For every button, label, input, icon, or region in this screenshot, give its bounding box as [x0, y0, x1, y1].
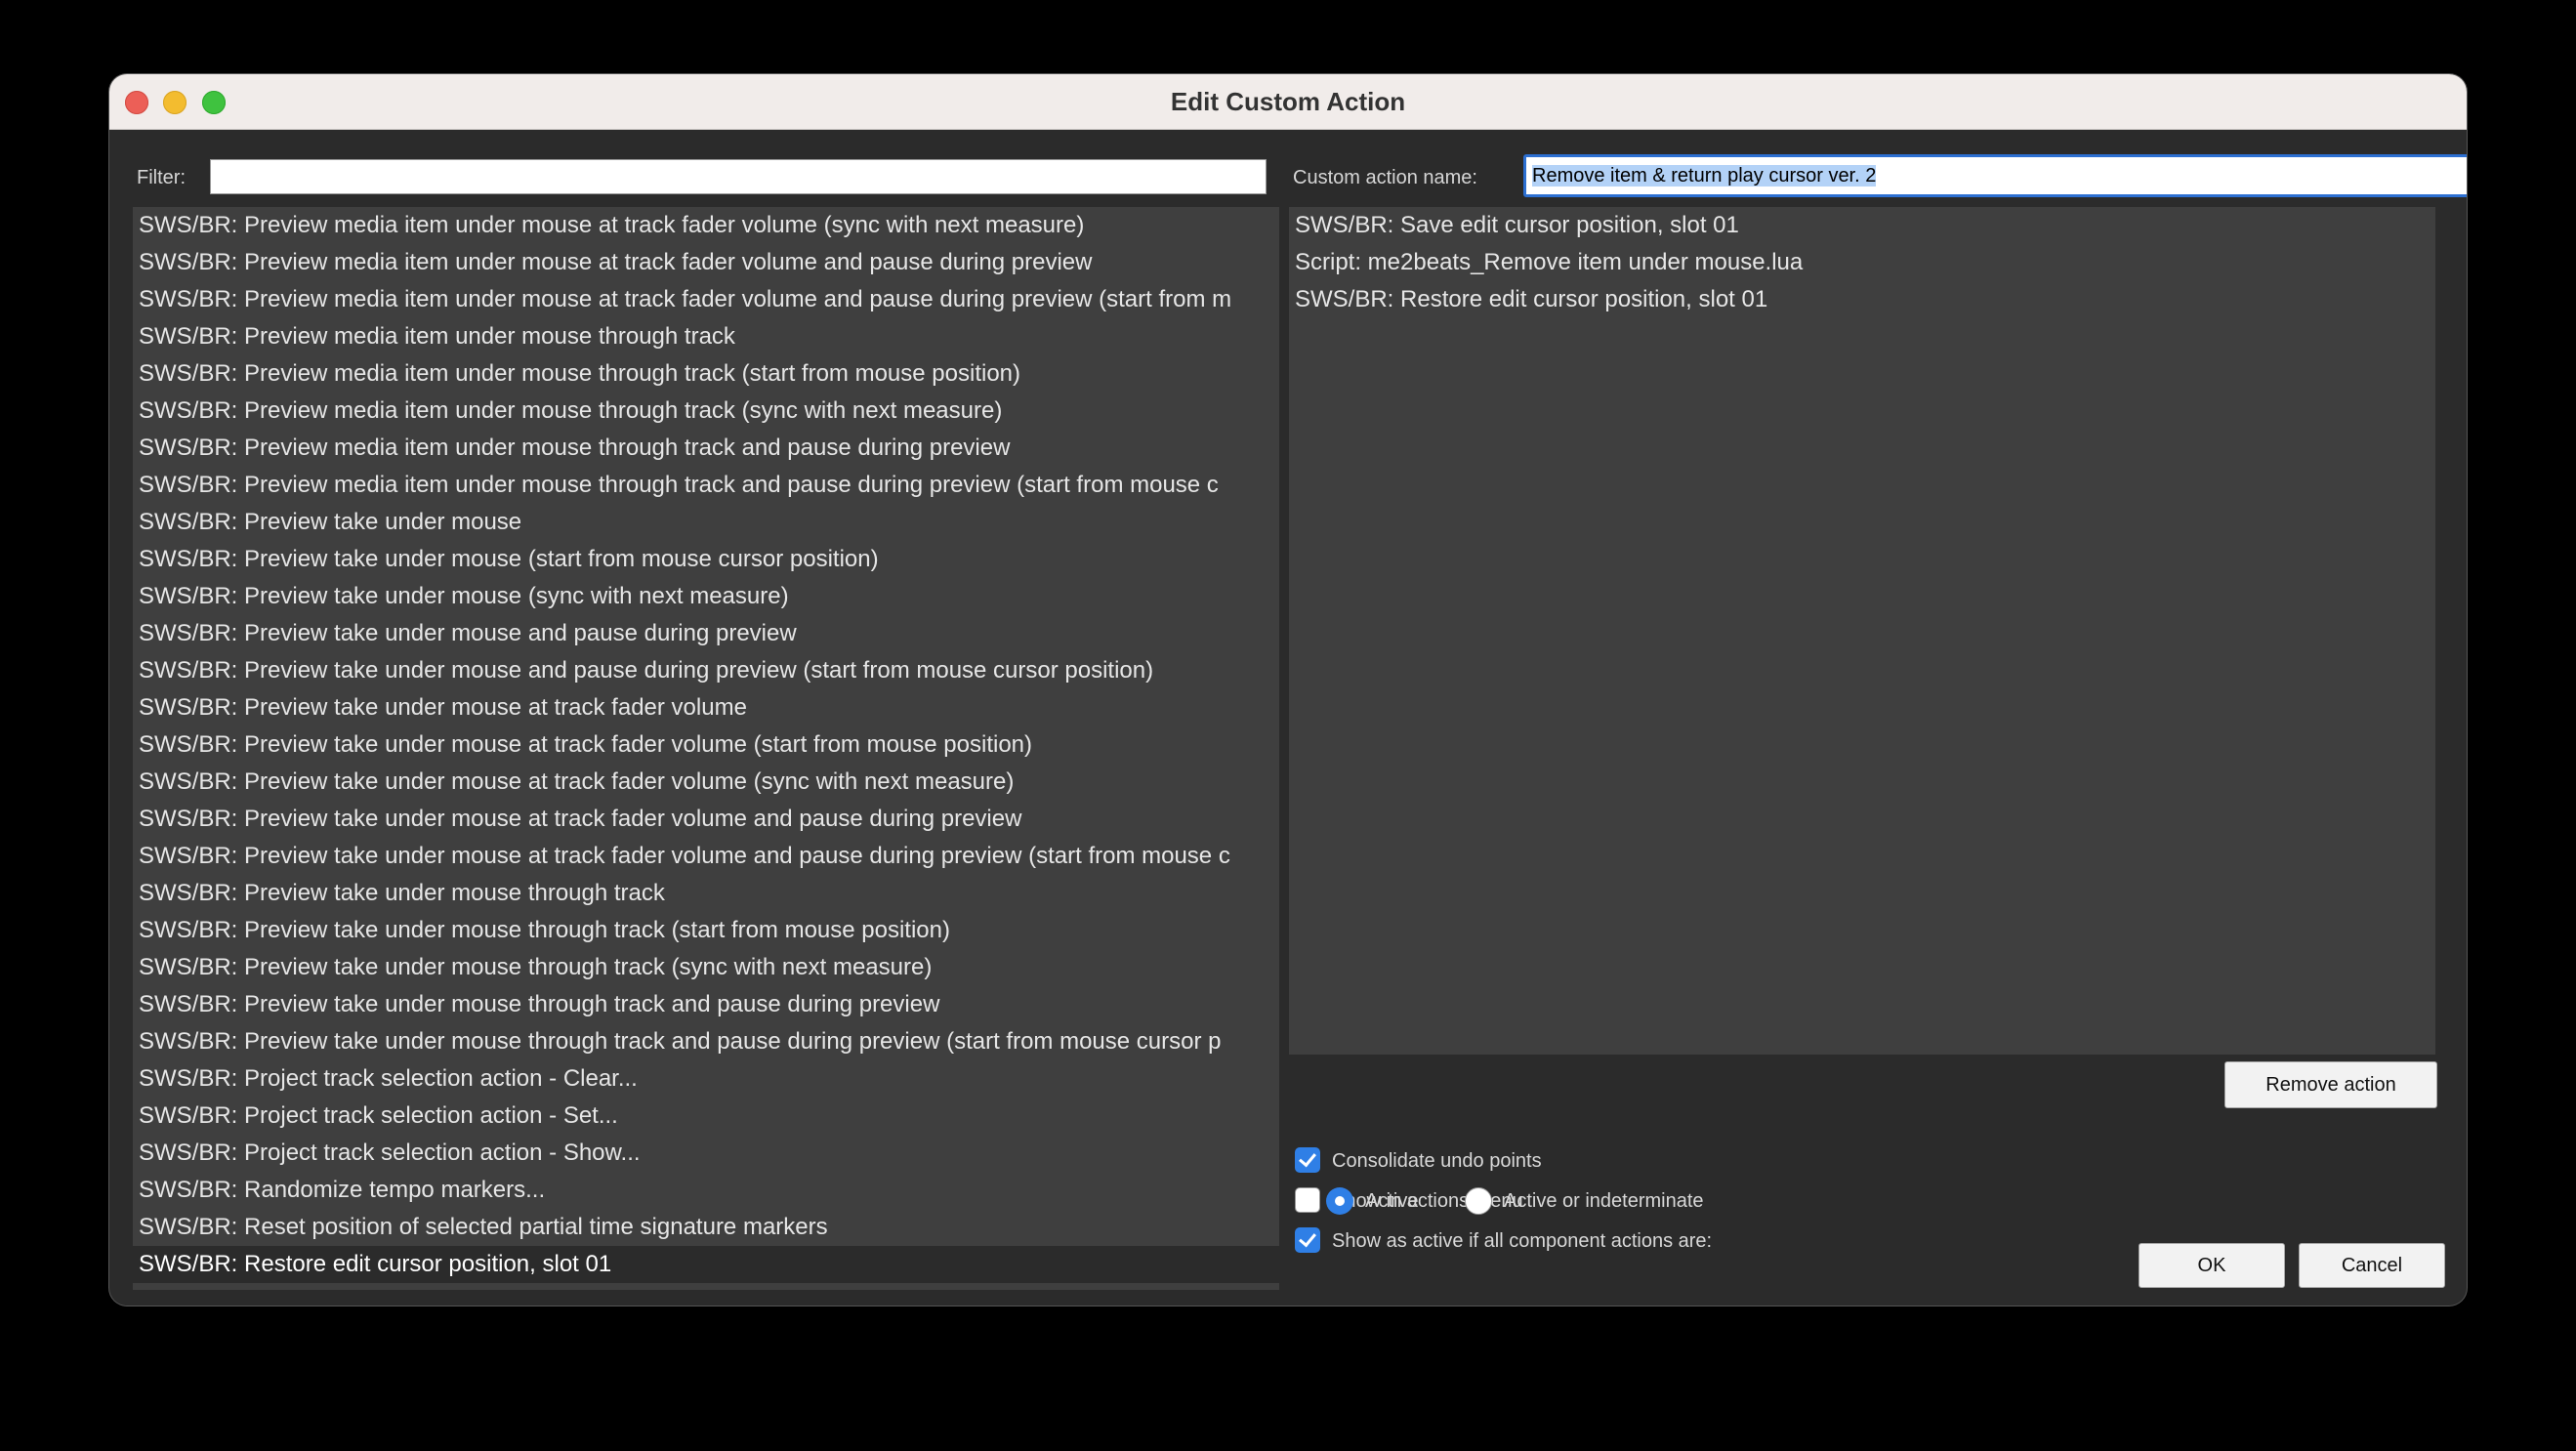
custom-action-name-label: Custom action name:	[1293, 167, 1477, 188]
available-action-row[interactable]: SWS/BR: Restore edit cursor position, sl…	[133, 1246, 1279, 1283]
active-radio[interactable]	[1326, 1187, 1353, 1215]
available-action-row[interactable]: SWS/BR: Preview take under mouse (sync w…	[133, 578, 1279, 615]
available-action-row[interactable]: SWS/BR: Preview take under mouse through…	[133, 949, 1279, 986]
indeterminate-radio[interactable]	[1465, 1187, 1492, 1215]
custom-action-name-input[interactable]: Remove item & return play cursor ver. 2	[1523, 154, 2467, 197]
available-action-row[interactable]: SWS/BR: Randomize tempo markers...	[133, 1172, 1279, 1209]
consolidate-undo-checkbox[interactable]	[1295, 1147, 1320, 1173]
component-action-row[interactable]: SWS/BR: Save edit cursor position, slot …	[1289, 207, 2435, 244]
title-bar: Edit Custom Action	[109, 74, 2467, 130]
show-active-label: Show as active if all component actions …	[1332, 1230, 1713, 1252]
show-in-menu-checkbox[interactable]	[1295, 1187, 1320, 1213]
available-action-row[interactable]: SWS/BR: Preview media item under mouse t…	[133, 430, 1279, 467]
filter-label: Filter:	[137, 167, 186, 188]
available-action-row[interactable]: SWS/BR: Preview take under mouse at trac…	[133, 726, 1279, 764]
custom-action-name-value: Remove item & return play cursor ver. 2	[1532, 165, 1877, 187]
available-action-row[interactable]: SWS/BR: Preview take under mouse and pau…	[133, 652, 1279, 689]
indeterminate-radio-label: Active or indeterminate	[1504, 1190, 1704, 1212]
window-title: Edit Custom Action	[1170, 87, 1406, 116]
show-in-menu-label: Show in actions menu	[1332, 1190, 1523, 1212]
available-action-row[interactable]: SWS/BR: Preview take under mouse (start …	[133, 541, 1279, 578]
available-action-row[interactable]: SWS/BR: Preview take under mouse through…	[133, 986, 1279, 1023]
component-action-row[interactable]: Script: me2beats_Remove item under mouse…	[1289, 244, 2435, 281]
available-action-row[interactable]: SWS/BR: Preview take under mouse at trac…	[133, 764, 1279, 801]
available-action-row[interactable]: SWS/BR: Preview take under mouse and pau…	[133, 615, 1279, 652]
available-action-row[interactable]: SWS/BR: Preview media item under mouse t…	[133, 355, 1279, 393]
consolidate-undo-label: Consolidate undo points	[1332, 1150, 1542, 1172]
available-action-row[interactable]: SWS/BR: Preview media item under mouse t…	[133, 467, 1279, 504]
available-action-row[interactable]: SWS/BR: Project track selection action -…	[133, 1098, 1279, 1135]
available-action-row[interactable]: SWS/BR: Preview take under mouse at trac…	[133, 838, 1279, 875]
available-action-row[interactable]: SWS/BR: Preview take under mouse	[133, 504, 1279, 541]
ok-button[interactable]: OK	[2139, 1243, 2285, 1288]
active-radio-label: Active	[1365, 1190, 1419, 1212]
component-actions-list[interactable]: SWS/BR: Save edit cursor position, slot …	[1289, 207, 2435, 1055]
cancel-button[interactable]: Cancel	[2299, 1243, 2445, 1288]
edit-custom-action-window: Edit Custom Action Filter: Custom action…	[109, 74, 2467, 1306]
available-action-row[interactable]: SWS/BR: Preview take under mouse at trac…	[133, 689, 1279, 726]
available-action-row[interactable]: SWS/BR: Preview take under mouse through…	[133, 912, 1279, 949]
available-actions-list[interactable]: SWS/BR: Preview media item under mouse a…	[133, 207, 1279, 1290]
available-action-row[interactable]: SWS/BR: Preview media item under mouse t…	[133, 393, 1279, 430]
available-action-row[interactable]: SWS/BR: Preview media item under mouse t…	[133, 318, 1279, 355]
filter-input[interactable]	[210, 159, 1267, 194]
available-action-row[interactable]: SWS/BR: Preview media item under mouse a…	[133, 244, 1279, 281]
show-active-checkbox[interactable]	[1295, 1227, 1320, 1253]
available-action-row[interactable]: SWS/BR: Preview media item under mouse a…	[133, 207, 1279, 244]
available-action-row[interactable]: SWS/BR: Preview media item under mouse a…	[133, 281, 1279, 318]
available-action-row[interactable]: SWS/BR: Preview take under mouse through…	[133, 875, 1279, 912]
available-action-row[interactable]: SWS/BR: Project track selection action -…	[133, 1135, 1279, 1172]
remove-action-button[interactable]: Remove action	[2224, 1061, 2437, 1108]
available-action-row[interactable]: SWS/BR: Project track selection action -…	[133, 1060, 1279, 1098]
available-action-row[interactable]: SWS/BR: Reset position of selected parti…	[133, 1209, 1279, 1246]
available-action-row[interactable]: SWS/BR: Preview take under mouse through…	[133, 1023, 1279, 1060]
available-action-row[interactable]: SWS/BR: Preview take under mouse at trac…	[133, 801, 1279, 838]
component-action-row[interactable]: SWS/BR: Restore edit cursor position, sl…	[1289, 281, 2435, 318]
